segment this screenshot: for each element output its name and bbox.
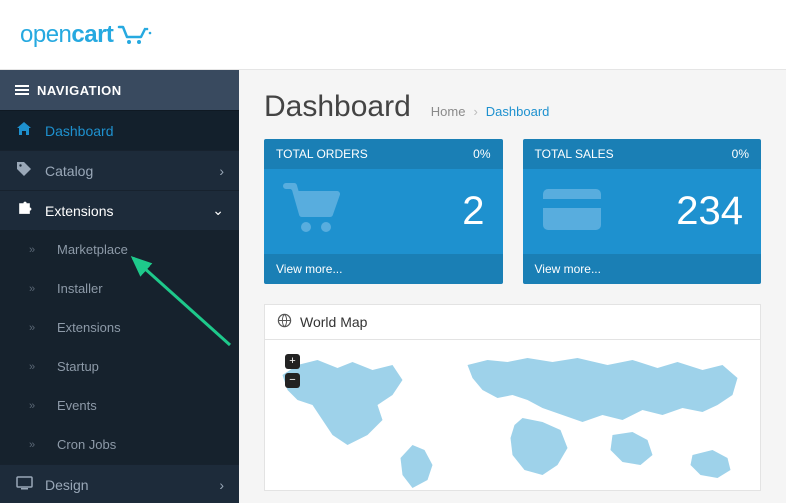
tile-title: TOTAL SALES [535,147,614,161]
stat-tiles: TOTAL ORDERS 0% 2 View more... TOTAL SALE… [239,139,786,284]
nav-title: NAVIGATION [37,83,122,98]
zoom-out-button[interactable]: − [285,373,300,388]
chevrons-icon: » [29,361,45,373]
breadcrumb: Home › Dashboard [431,104,550,119]
sidebar-submenu-extensions: »Marketplace »Installer »Extensions »Sta… [0,230,239,464]
zoom-in-button[interactable]: + [285,354,300,369]
puzzle-icon [15,200,33,221]
brand-logo[interactable]: opencart [20,21,153,49]
tile-value: 2 [462,189,484,234]
chevrons-icon: » [29,400,45,412]
chevron-down-icon: ⌄ [212,202,224,219]
tile-percent: 0% [473,147,490,161]
tile-view-more[interactable]: View more... [523,254,762,284]
sidebar-label: Extensions [45,203,200,219]
tag-icon [15,161,33,181]
sidebar-sub-cron-jobs[interactable]: »Cron Jobs [0,425,239,464]
tile-total-sales: TOTAL SALES 0% 234 View more... [523,139,762,284]
sidebar-sub-marketplace[interactable]: »Marketplace [0,230,239,269]
chevrons-icon: » [29,322,45,334]
chevrons-icon: » [29,439,45,451]
logo-open: open [20,21,71,48]
top-header: opencart [0,0,786,70]
sidebar-label: Design [45,477,207,493]
world-map-panel: World Map + − [264,304,761,491]
card-icon [541,187,603,237]
tile-title: TOTAL ORDERS [276,147,368,161]
tile-percent: 0% [732,147,749,161]
hamburger-icon [15,83,29,97]
sidebar-label: Dashboard [45,123,224,139]
chevrons-icon: » [29,283,45,295]
tile-value: 234 [676,189,743,234]
crumb-home[interactable]: Home [431,104,466,119]
sidebar-label: Catalog [45,163,207,179]
sidebar-sub-extensions[interactable]: »Extensions [0,308,239,347]
home-icon [15,121,33,141]
world-map[interactable] [275,350,750,490]
crumb-separator: › [473,104,477,119]
sidebar-item-extensions[interactable]: Extensions ⌄ [0,190,239,230]
globe-icon [277,313,292,331]
sidebar-item-catalog[interactable]: Catalog › [0,150,239,190]
cart-icon [117,23,153,47]
sidebar-sub-installer[interactable]: »Installer [0,269,239,308]
sidebar-sub-events[interactable]: »Events [0,386,239,425]
sidebar-item-dashboard[interactable]: Dashboard [0,110,239,150]
panel-title: World Map [300,314,367,330]
sidebar: NAVIGATION Dashboard Catalog › Extension… [0,70,239,503]
tile-total-orders: TOTAL ORDERS 0% 2 View more... [264,139,503,284]
sidebar-sub-startup[interactable]: »Startup [0,347,239,386]
cart-icon [282,182,344,242]
nav-heading[interactable]: NAVIGATION [0,70,239,110]
chevron-right-icon: › [219,477,224,493]
main-content: Dashboard Home › Dashboard TOTAL ORDERS 0… [239,70,786,503]
monitor-icon [15,475,33,495]
logo-cart-text: cart [71,21,113,48]
chevron-right-icon: › [219,163,224,179]
page-header: Dashboard Home › Dashboard [239,70,786,139]
tile-view-more[interactable]: View more... [264,254,503,284]
crumb-current[interactable]: Dashboard [486,104,550,119]
sidebar-item-design[interactable]: Design › [0,464,239,503]
page-title: Dashboard [264,90,411,124]
chevrons-icon: » [29,244,45,256]
